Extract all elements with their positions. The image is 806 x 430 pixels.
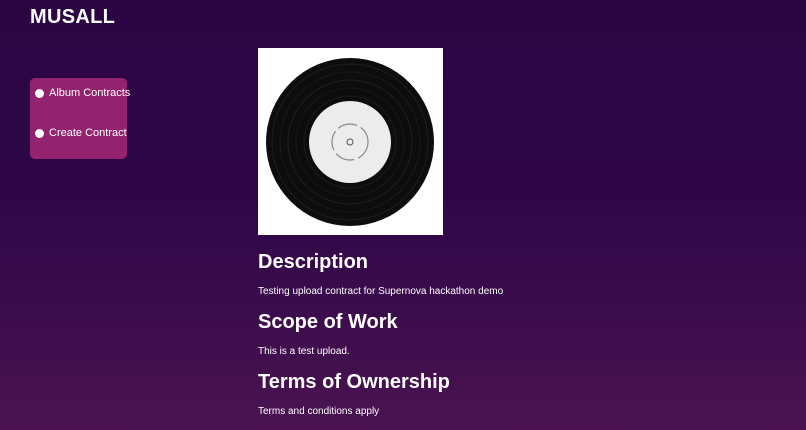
vinyl-record-icon (258, 48, 443, 235)
scope-heading: Scope of Work (258, 311, 398, 333)
sidebar-nav: Album Contracts Create Contract (30, 78, 130, 159)
app-brand: MUSALL (30, 6, 116, 28)
dot-icon (35, 128, 44, 138)
sidebar-item-create-contract[interactable]: Create Contract (35, 127, 127, 139)
description-heading: Description (258, 251, 369, 273)
sidebar-item-label: Album Contracts (49, 87, 131, 99)
album-cover (258, 48, 443, 235)
dot-icon (35, 88, 44, 98)
terms-heading: Terms of Ownership (258, 371, 450, 393)
scope-text: This is a test upload. (258, 346, 350, 357)
terms-text: Terms and conditions apply (258, 406, 380, 417)
sidebar-item-album-contracts[interactable]: Album Contracts (35, 87, 130, 99)
description-text: Testing upload contract for Supernova ha… (258, 286, 504, 297)
sidebar-item-label: Create Contract (49, 127, 127, 139)
